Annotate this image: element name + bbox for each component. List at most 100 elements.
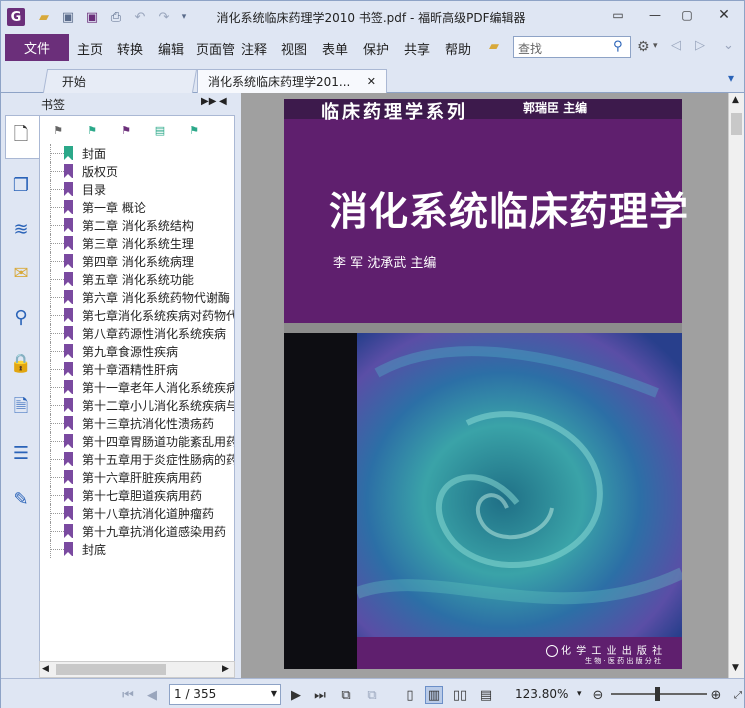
bookmark-label: 第十三章抗消化性溃疡药 — [82, 416, 215, 431]
single-page-icon[interactable]: ▯ — [401, 686, 419, 704]
tab-document[interactable]: 消化系统临床药理学201... ✕ — [197, 69, 387, 93]
open-folder-icon[interactable]: ▰ — [35, 8, 53, 26]
bookmark-item[interactable]: 第十章酒精性肝病 — [48, 360, 234, 378]
maximize-icon[interactable]: ▢ — [674, 5, 700, 25]
bookmark-item[interactable]: 第十七章胆道疾病用药 — [48, 486, 234, 504]
bookmark-next-icon[interactable]: ⚑ — [118, 122, 134, 138]
scroll-thumb[interactable] — [56, 664, 166, 675]
bookmark-item[interactable]: 第十四章胃肠道功能紊乱用药 — [48, 432, 234, 450]
bookmark-item[interactable]: 第六章 消化系统药物代谢酶 — [48, 288, 234, 306]
comments-icon[interactable]: ✉ — [7, 259, 35, 287]
undo-icon[interactable]: ↶ — [131, 8, 149, 26]
delete-bookmark-icon[interactable]: ⚑ — [50, 122, 66, 138]
bookmark-item[interactable]: 第十五章用于炎症性肠病的药 — [48, 450, 234, 468]
menu-help[interactable]: 帮助 — [445, 39, 471, 58]
bookmark-properties-icon[interactable]: ⚑ — [186, 122, 202, 138]
bookmark-item[interactable]: 第十八章抗消化道肿瘤药 — [48, 504, 234, 522]
menu-edit[interactable]: 编辑 — [158, 39, 184, 58]
settings-dropdown-icon[interactable]: ▾ — [653, 41, 658, 51]
bookmark-item[interactable]: 封面 — [48, 144, 234, 162]
file-menu-button[interactable]: 文件 — [5, 34, 69, 61]
bookmark-item[interactable]: 第九章食源性疾病 — [48, 342, 234, 360]
zoom-level[interactable]: 123.80% — [515, 687, 568, 701]
print-icon[interactable]: ⎙ — [107, 8, 125, 26]
security-lock-icon[interactable]: 🔒 — [7, 349, 35, 377]
menu-comment[interactable]: 注释 — [241, 39, 267, 58]
layers-icon[interactable]: ≋ — [7, 215, 35, 243]
last-page-icon[interactable]: ⏭ — [311, 686, 329, 704]
tab-start[interactable]: 开始 — [42, 69, 198, 93]
prev-result-icon[interactable]: ◁ — [671, 38, 681, 53]
bookmark-item[interactable]: 第七章消化系统疾病对药物代 — [48, 306, 234, 324]
app-logo-icon[interactable]: G — [7, 8, 25, 26]
bookmark-item[interactable]: 第四章 消化系统病理 — [48, 252, 234, 270]
previous-page-icon[interactable]: ◀ — [143, 686, 161, 704]
menu-page-manage[interactable]: 页面管 — [196, 39, 238, 58]
bookmark-item[interactable]: 第一章 概论 — [48, 198, 234, 216]
scroll-down-icon[interactable]: ▼ — [732, 663, 739, 673]
expand-panel-icon[interactable]: ▶▶ — [201, 96, 216, 107]
bookmark-item[interactable]: 第十九章抗消化道感染用药 — [48, 522, 234, 540]
bookmark-item[interactable]: 第十一章老年人消化系统疾病 — [48, 378, 234, 396]
bookmark-item[interactable]: 第十三章抗消化性溃疡药 — [48, 414, 234, 432]
new-child-bookmark-icon[interactable]: ▤ — [152, 122, 168, 138]
content-list-icon[interactable]: ☰ — [7, 439, 35, 467]
add-bookmark-icon[interactable]: ⚑ — [84, 122, 100, 138]
menu-home[interactable]: 主页 — [77, 39, 103, 58]
bookmark-item[interactable]: 封底 — [48, 540, 234, 558]
bookmark-item[interactable]: 第十二章小儿消化系统疾病与 — [48, 396, 234, 414]
bookmark-item[interactable]: 第三章 消化系统生理 — [48, 234, 234, 252]
document-vertical-scrollbar[interactable]: ▲ ▼ — [728, 93, 744, 678]
ribbon-toggle-icon[interactable]: ▭ — [605, 5, 631, 25]
menu-protect[interactable]: 保护 — [363, 39, 389, 58]
menu-form[interactable]: 表单 — [322, 39, 348, 58]
scroll-left-icon[interactable]: ◀ — [42, 664, 49, 674]
collapse-panel-icon[interactable]: ◀ — [219, 96, 227, 107]
save-icon[interactable]: ▣ — [59, 8, 77, 26]
bookmark-item[interactable]: 第五章 消化系统功能 — [48, 270, 234, 288]
vertical-scroll-thumb[interactable] — [731, 113, 742, 135]
search-icon[interactable]: ⚲ — [613, 39, 623, 54]
bookmark-flag-icon — [64, 344, 73, 358]
zoom-out-icon[interactable]: ⊖ — [589, 686, 607, 704]
bookmark-horizontal-scrollbar[interactable]: ◀ ▶ — [39, 661, 235, 678]
scroll-right-icon[interactable]: ▶ — [222, 664, 229, 674]
page-number-field[interactable]: 1 / 355 ▼ — [169, 684, 281, 705]
save-as-icon[interactable]: ▣ — [83, 8, 101, 26]
zoom-dropdown-icon[interactable]: ▾ — [577, 689, 582, 699]
next-view-icon[interactable]: ⧉ — [363, 686, 381, 704]
bookmark-flag-icon — [64, 380, 73, 394]
bookmark-item[interactable]: 第十六章肝脏疾病用药 — [48, 468, 234, 486]
tab-close-icon[interactable]: ✕ — [367, 75, 376, 88]
bookmark-item[interactable]: 第二章 消化系统结构 — [48, 216, 234, 234]
bookmark-item[interactable]: 目录 — [48, 180, 234, 198]
zoom-in-icon[interactable]: ⊕ — [707, 686, 725, 704]
page-dropdown-icon[interactable]: ▼ — [271, 689, 277, 698]
menu-view[interactable]: 视图 — [281, 39, 307, 58]
bookmark-item[interactable]: 版权页 — [48, 162, 234, 180]
menu-share[interactable]: 共享 — [404, 39, 430, 58]
attachments-icon[interactable]: ⚲ — [7, 303, 35, 331]
find-folder-icon[interactable]: ▰ — [489, 39, 499, 54]
bookmark-item[interactable]: 第八章药源性消化系统疾病 — [48, 324, 234, 342]
facing-page-icon[interactable]: ▯▯ — [451, 686, 469, 704]
bookmark-panel-icon[interactable]: 🗋 — [7, 123, 35, 151]
continuous-page-icon[interactable]: ▥ — [425, 686, 443, 704]
menu-convert[interactable]: 转换 — [117, 39, 143, 58]
document-properties-icon[interactable]: 🗎 — [7, 395, 35, 423]
collapse-ribbon-icon[interactable]: ⌄ — [723, 38, 734, 53]
close-icon[interactable]: ✕ — [711, 5, 737, 25]
first-page-icon[interactable]: ⏮ — [119, 686, 137, 704]
continuous-facing-icon[interactable]: ▤ — [477, 686, 495, 704]
fullscreen-icon[interactable]: ⤢ — [729, 686, 745, 704]
page-thumbnails-icon[interactable]: ❐ — [7, 171, 35, 199]
minimize-icon[interactable]: — — [642, 5, 668, 25]
signature-icon[interactable]: ✎ — [7, 485, 35, 513]
tab-list-icon[interactable]: ▾ — [728, 71, 734, 85]
next-result-icon[interactable]: ▷ — [695, 38, 705, 53]
scroll-up-icon[interactable]: ▲ — [732, 95, 739, 105]
settings-gear-icon[interactable]: ⚙ — [637, 39, 650, 55]
next-page-icon[interactable]: ▶ — [287, 686, 305, 704]
zoom-slider-knob[interactable] — [655, 687, 660, 701]
previous-view-icon[interactable]: ⧉ — [337, 686, 355, 704]
